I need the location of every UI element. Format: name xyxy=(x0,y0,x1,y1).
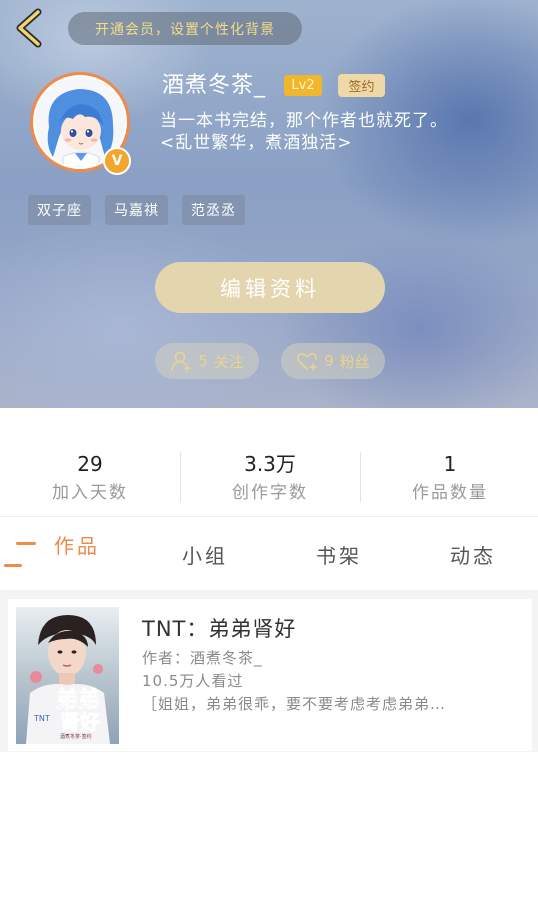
bio-line: <乱世繁华，煮酒独活> xyxy=(160,133,353,153)
tab-groups[interactable]: 小组 xyxy=(182,540,228,569)
stat-label: 作品数量 xyxy=(412,483,488,503)
fans-count: 9 xyxy=(324,352,334,370)
book-author: 作者：酒煮冬茶_ xyxy=(142,649,263,667)
fans-label: 粉丝 xyxy=(339,352,370,371)
stat-word-count: 3.3万 创作字数 xyxy=(180,452,360,503)
heart-plus-icon xyxy=(297,353,318,371)
back-button[interactable] xyxy=(12,8,48,48)
stats-bar: 29 加入天数 3.3万 创作字数 1 作品数量 xyxy=(0,408,538,517)
book-card[interactable]: 弟弟 TNT 肾好 酒煮冬茶·签约 TNT：弟弟肾好 作者：酒煮冬茶_ 10.5… xyxy=(8,599,532,751)
chevron-left-icon xyxy=(16,8,42,48)
active-tab-indicator xyxy=(4,564,22,567)
avatar[interactable]: V xyxy=(30,72,131,175)
user-bio: 当一本书完结，那个作者也就死了。 <乱世繁华，煮酒独活> xyxy=(160,110,520,154)
following-count: 5 xyxy=(198,352,208,370)
book-description: ［姐姐，弟弟很乖，要不要考虑考虑弟弟… xyxy=(142,695,447,713)
cover-title-tnt: TNT xyxy=(33,714,50,723)
level-badge: Lv2 xyxy=(284,75,322,96)
book-views: 10.5万人看过 xyxy=(142,672,244,690)
following-button[interactable]: 5 关注 xyxy=(155,343,259,379)
stat-label: 创作字数 xyxy=(232,483,308,503)
tab-works[interactable]: 作品 xyxy=(54,530,100,559)
user-plus-icon xyxy=(171,351,192,372)
works-list: 弟弟 TNT 肾好 酒煮冬茶·签约 TNT：弟弟肾好 作者：酒煮冬茶_ 10.5… xyxy=(0,590,538,752)
bio-line: 当一本书完结，那个作者也就死了。 xyxy=(160,111,448,131)
tag-list: 双子座 马嘉祺 范丞丞 xyxy=(28,195,245,225)
stat-label: 加入天数 xyxy=(52,483,128,503)
tab-bookshelf[interactable]: 书架 xyxy=(316,540,362,569)
stat-join-days: 29 加入天数 xyxy=(0,452,180,503)
cover-tiny-text: 酒煮冬茶·签约 xyxy=(60,733,92,740)
signed-badge: 签约 xyxy=(338,74,385,97)
stat-value: 3.3万 xyxy=(244,452,296,476)
username: 酒煮冬茶_ xyxy=(162,73,267,98)
cover-title-sub: 肾好 xyxy=(60,710,100,734)
book-cover-image: 弟弟 TNT 肾好 酒煮冬茶·签约 xyxy=(16,607,119,744)
tag-item[interactable]: 双子座 xyxy=(28,195,91,225)
tag-item[interactable]: 范丞丞 xyxy=(182,195,245,225)
tab-activity[interactable]: 动态 xyxy=(450,540,496,569)
vip-background-banner[interactable]: 开通会员，设置个性化背景 xyxy=(68,12,302,45)
active-tab-indicator xyxy=(16,542,36,545)
fans-button[interactable]: 9 粉丝 xyxy=(281,343,385,379)
verified-badge-icon: V xyxy=(103,147,131,175)
following-label: 关注 xyxy=(213,352,244,371)
stat-value: 1 xyxy=(443,452,457,476)
stat-works-count: 1 作品数量 xyxy=(360,452,538,503)
book-cover[interactable]: 弟弟 TNT 肾好 酒煮冬茶·签约 xyxy=(16,607,119,744)
stat-value: 29 xyxy=(77,452,103,476)
profile-header: 开通会员，设置个性化背景 V 酒煮冬茶_ Lv2 签约 当一本书完结，那个作者也… xyxy=(0,0,538,408)
tag-item[interactable]: 马嘉祺 xyxy=(105,195,168,225)
book-title[interactable]: TNT：弟弟肾好 xyxy=(142,613,296,643)
edit-profile-button[interactable]: 编辑资料 xyxy=(155,262,385,313)
tab-bar: 作品 小组 书架 动态 xyxy=(0,518,538,590)
